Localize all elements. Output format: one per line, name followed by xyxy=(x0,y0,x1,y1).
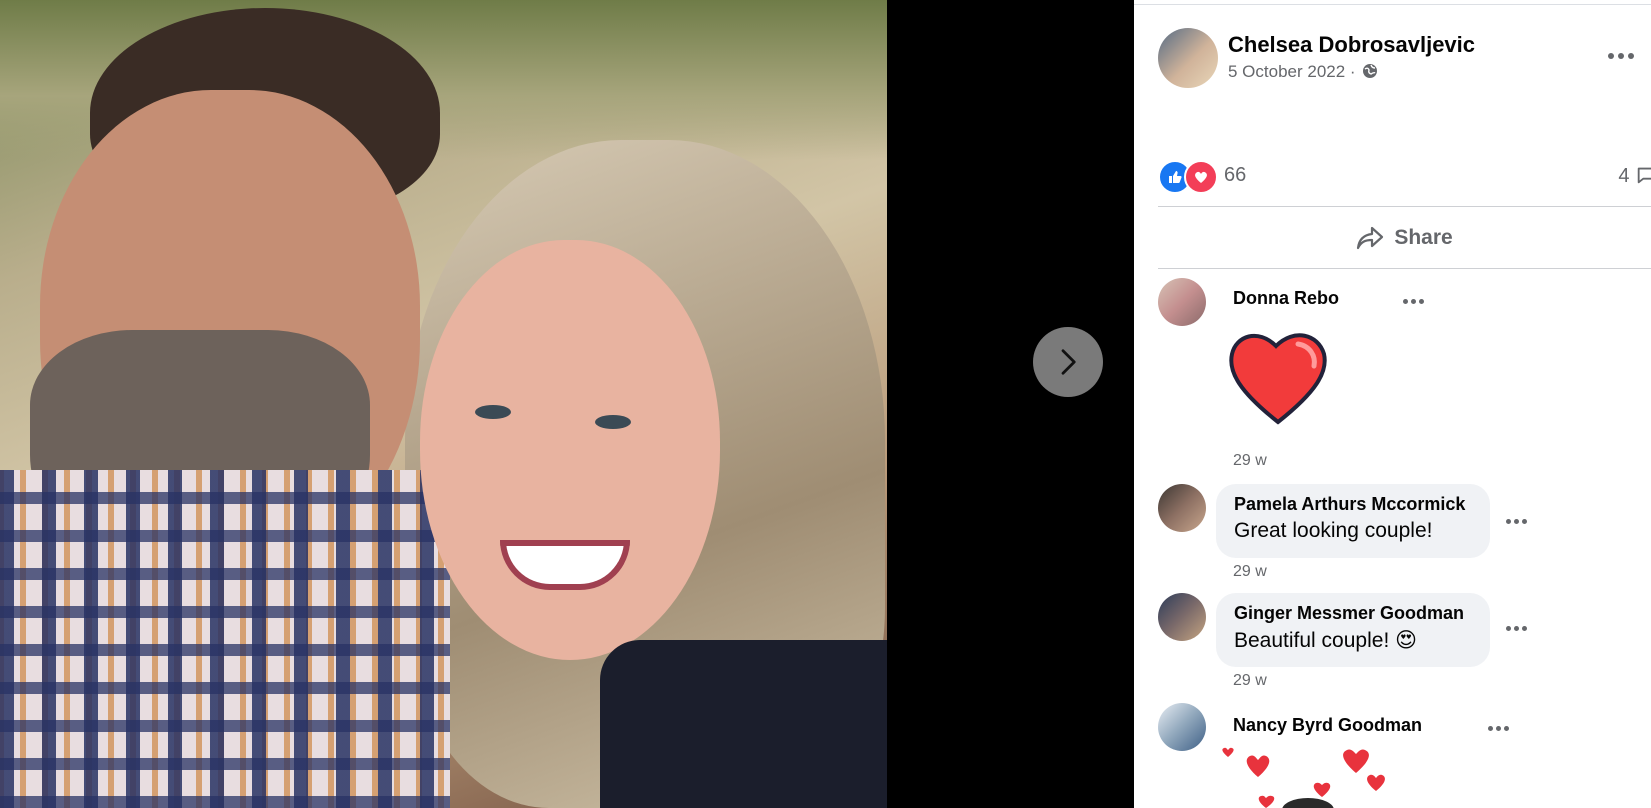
commenter-name[interactable]: Donna Rebo xyxy=(1233,288,1339,309)
dot xyxy=(1403,298,1408,304)
next-photo-button[interactable] xyxy=(1033,327,1103,397)
comment-item: Ginger Messmer Goodman Beautiful couple!… xyxy=(1158,593,1651,693)
comment-text: Great looking couple! xyxy=(1234,519,1433,542)
post-detail-panel: Chelsea Dobrosavljevic 5 October 2022 · … xyxy=(1134,0,1651,808)
dot xyxy=(1506,518,1511,524)
share-button[interactable]: Share xyxy=(1158,210,1651,266)
heart-icon xyxy=(1195,171,1207,183)
dot xyxy=(1514,625,1519,631)
comment-bubble: Pamela Arthurs Mccormick Great looking c… xyxy=(1216,484,1490,558)
post-header: Chelsea Dobrosavljevic 5 October 2022 · xyxy=(1158,28,1638,92)
dot xyxy=(1522,625,1527,631)
commenter-avatar[interactable] xyxy=(1158,278,1206,326)
author-name[interactable]: Chelsea Dobrosavljevic xyxy=(1228,32,1475,58)
dot xyxy=(1522,518,1527,524)
heart-sticker[interactable] xyxy=(1228,330,1328,426)
photo-eye xyxy=(475,405,511,419)
dot xyxy=(1618,53,1624,59)
comment-count[interactable]: 4 xyxy=(1618,164,1651,188)
post-photo[interactable] xyxy=(0,0,887,808)
photo-plaid-shirt xyxy=(0,470,450,808)
dot xyxy=(1411,298,1416,304)
comment-bubble: Ginger Messmer Goodman Beautiful couple!… xyxy=(1216,593,1490,667)
commenter-avatar[interactable] xyxy=(1158,484,1206,532)
comment-options-button[interactable] xyxy=(1488,723,1512,733)
dot xyxy=(1608,53,1614,59)
photo-viewer xyxy=(0,0,1134,808)
comment-text: Beautiful couple! 😍 xyxy=(1234,629,1418,652)
reactions-divider xyxy=(1158,206,1651,207)
top-divider xyxy=(1134,4,1651,5)
love-reaction-icon[interactable] xyxy=(1184,160,1218,194)
globe-icon xyxy=(1363,64,1378,78)
thumbs-up-icon xyxy=(1169,171,1182,183)
commenter-avatar[interactable] xyxy=(1158,703,1206,751)
comment-time[interactable]: 29 w xyxy=(1233,563,1267,581)
reactions-bar: 66 4 xyxy=(1158,160,1651,194)
post-options-button[interactable] xyxy=(1608,46,1638,66)
commenter-name[interactable]: Nancy Byrd Goodman xyxy=(1233,715,1422,736)
dot xyxy=(1496,725,1501,731)
author-avatar[interactable] xyxy=(1158,28,1218,88)
comment-icon xyxy=(1637,167,1651,184)
share-divider xyxy=(1158,268,1651,269)
hearts-sticker[interactable] xyxy=(1218,747,1398,808)
comment-options-button[interactable] xyxy=(1506,623,1530,633)
dot xyxy=(1506,625,1511,631)
post-meta: 5 October 2022 · xyxy=(1228,62,1378,82)
comment-item: Nancy Byrd Goodman xyxy=(1158,703,1651,808)
photo-dark-top xyxy=(600,640,887,808)
meta-separator: · xyxy=(1345,62,1361,81)
comment-item: Donna Rebo 29 w xyxy=(1158,278,1651,470)
comment-options-button[interactable] xyxy=(1403,296,1427,306)
chevron-right-icon xyxy=(1061,349,1076,375)
reaction-count[interactable]: 66 xyxy=(1224,164,1246,187)
share-arrow-icon xyxy=(1357,226,1384,250)
share-label: Share xyxy=(1394,226,1453,249)
photo-woman-face xyxy=(420,240,720,660)
comment-item: Pamela Arthurs Mccormick Great looking c… xyxy=(1158,484,1651,584)
comment-time[interactable]: 29 w xyxy=(1233,672,1267,690)
commenter-avatar[interactable] xyxy=(1158,593,1206,641)
dot xyxy=(1628,53,1634,59)
dot xyxy=(1504,725,1509,731)
commenter-name[interactable]: Ginger Messmer Goodman xyxy=(1234,603,1472,624)
comment-count-value: 4 xyxy=(1618,165,1630,187)
dot xyxy=(1488,725,1493,731)
photo-eye xyxy=(595,415,631,429)
comment-options-button[interactable] xyxy=(1506,516,1530,526)
commenter-name[interactable]: Pamela Arthurs Mccormick xyxy=(1234,494,1472,515)
dot xyxy=(1514,518,1519,524)
dot xyxy=(1419,298,1424,304)
comment-time[interactable]: 29 w xyxy=(1233,452,1267,470)
post-date[interactable]: 5 October 2022 xyxy=(1228,62,1345,81)
